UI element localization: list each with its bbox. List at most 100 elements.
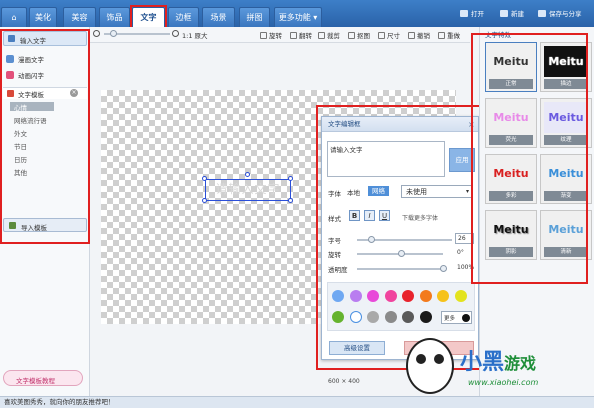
tab-meirong[interactable]: 美容 — [63, 7, 96, 27]
sub-item-holiday[interactable]: 节日 — [14, 141, 27, 151]
resize-handle[interactable] — [202, 198, 207, 203]
effect-card[interactable]: Meitu 清新 — [540, 210, 592, 260]
import-template-button[interactable]: 导入模板 — [3, 218, 87, 232]
home-tab[interactable]: ⌂ — [1, 7, 27, 27]
panda-eye — [434, 354, 444, 364]
new-button[interactable]: 新建 — [500, 8, 524, 18]
current-color-swatch — [462, 314, 470, 322]
color-swatch[interactable] — [367, 311, 379, 323]
open-button[interactable]: 打开 — [460, 8, 484, 18]
redo-icon — [438, 31, 445, 39]
redo-button[interactable]: 重做 — [438, 30, 460, 40]
redo-label: 重做 — [447, 32, 460, 40]
resize-handle[interactable] — [288, 176, 293, 181]
input-text-button[interactable]: 输入文字 — [3, 31, 87, 46]
text-input-area[interactable]: 请输入文字 — [327, 141, 445, 177]
more-colors-button[interactable]: 更多 — [441, 311, 472, 324]
template-header[interactable]: 文字模板 × — [3, 87, 87, 99]
undo-label: 撤销 — [417, 32, 430, 40]
tab-shipin[interactable]: 饰品 — [99, 7, 130, 27]
rotate-slider-knob[interactable] — [398, 250, 405, 257]
color-swatch[interactable] — [367, 290, 379, 302]
effect-card[interactable]: Meitu 阴影 — [485, 210, 537, 260]
close-icon[interactable]: × — [468, 120, 475, 129]
zoom-in-icon[interactable] — [172, 30, 179, 37]
undo-button[interactable]: 撤销 — [408, 30, 430, 40]
apply-button[interactable]: 应用 — [449, 148, 475, 172]
text-element[interactable]: 请输入文字 — [205, 179, 291, 201]
flash-text-button[interactable]: 动画闪字 — [6, 70, 44, 80]
crop-label: 裁剪 — [327, 32, 340, 40]
chevron-down-icon: ▾ — [466, 188, 470, 195]
resize-button[interactable]: 尺寸 — [378, 30, 400, 40]
effect-card[interactable]: Meitu 荧光 — [485, 98, 537, 148]
tab-more-label: 更多功能 — [278, 13, 311, 22]
template-title: 文字模板 — [18, 91, 44, 99]
underline-button[interactable]: U — [379, 210, 390, 221]
flip-button[interactable]: 翻转 — [290, 30, 312, 40]
color-swatch[interactable] — [454, 290, 467, 302]
font-tab-local[interactable]: 本地 — [347, 187, 360, 197]
tab-border[interactable]: 边框 — [168, 7, 199, 27]
size-slider-knob[interactable] — [368, 236, 375, 243]
rotate-handle[interactable] — [245, 172, 250, 177]
sub-item-other[interactable]: 其他 — [14, 167, 27, 177]
color-swatch[interactable] — [419, 290, 432, 302]
resize-handle[interactable] — [202, 176, 207, 181]
color-swatch[interactable] — [332, 290, 344, 302]
effect-preview: Meitu — [493, 55, 529, 68]
tab-scene[interactable]: 场景 — [202, 7, 235, 27]
effect-preview: Meitu — [493, 223, 529, 236]
font-label: 字体 — [328, 190, 341, 198]
effect-card[interactable]: Meitu 纹理 — [540, 98, 592, 148]
tab-meihua[interactable]: 美化 — [29, 7, 57, 27]
advanced-settings-button[interactable]: 高级设置 — [329, 341, 385, 355]
opacity-slider[interactable] — [357, 268, 443, 270]
color-swatch[interactable] — [402, 311, 414, 323]
font-select[interactable]: 未使用 ▾ — [401, 185, 473, 198]
cut-button[interactable]: 抠图 — [348, 30, 370, 40]
rotate-button[interactable]: 旋转 — [260, 30, 282, 40]
template-tutorial-button[interactable]: 文字模板教程 — [3, 370, 83, 386]
original-size-button[interactable]: 1:1 原大 — [182, 30, 208, 40]
bold-button[interactable]: B — [349, 210, 360, 221]
effect-card[interactable]: Meitu 正常 — [485, 42, 537, 92]
color-swatch[interactable] — [402, 290, 414, 302]
input-text-label: 输入文字 — [20, 37, 46, 45]
open-label: 打开 — [471, 10, 484, 18]
text-edit-dialog: 文字编辑框 × 请输入文字 应用 字体 本地 网络 未使用 ▾ 样式 B I U… — [321, 116, 479, 360]
color-swatch[interactable] — [437, 290, 449, 302]
sub-item-foreign[interactable]: 外文 — [14, 128, 27, 138]
download-fonts-link[interactable]: 下载更多字体 — [402, 213, 438, 222]
effects-title: 文字特效 — [485, 31, 511, 39]
color-swatch[interactable] — [419, 311, 432, 323]
effect-label: 多彩 — [489, 191, 533, 201]
zoom-slider-knob[interactable] — [110, 30, 117, 37]
font-tab-online[interactable]: 网络 — [368, 186, 389, 196]
italic-button[interactable]: I — [364, 210, 375, 221]
effect-card[interactable]: Meitu 多彩 — [485, 154, 537, 204]
color-swatch[interactable] — [349, 290, 362, 302]
opacity-slider-knob[interactable] — [440, 265, 447, 272]
opacity-label: 透明度 — [328, 266, 348, 274]
color-swatch[interactable] — [332, 311, 344, 323]
size-value-input[interactable]: 26 — [455, 233, 474, 244]
effect-card[interactable]: Meitu 描边 — [540, 42, 592, 92]
close-icon[interactable]: × — [70, 89, 78, 97]
save-share-button[interactable]: 保存与分享 — [538, 8, 582, 18]
sub-item-internet[interactable]: 网络流行语 — [14, 115, 47, 125]
zoom-out-icon[interactable] — [93, 30, 100, 37]
resize-handle[interactable] — [288, 198, 293, 203]
tab-text[interactable]: 文字 — [132, 7, 165, 27]
effect-card[interactable]: Meitu 渐变 — [540, 154, 592, 204]
sub-item-calendar[interactable]: 日历 — [14, 154, 27, 164]
sub-item-mood[interactable]: 心情 — [14, 102, 27, 112]
tab-puzzle[interactable]: 拼图 — [239, 7, 270, 27]
color-swatch[interactable] — [384, 290, 397, 302]
color-swatch[interactable] — [349, 311, 362, 323]
color-swatch[interactable] — [384, 311, 397, 323]
watermark-logo: 小黑游戏 www.xiaohei.com — [398, 338, 594, 398]
comic-text-button[interactable]: 漫画文字 — [6, 54, 44, 64]
tab-more[interactable]: 更多功能 ▾ — [274, 7, 322, 27]
crop-button[interactable]: 裁剪 — [318, 30, 340, 40]
